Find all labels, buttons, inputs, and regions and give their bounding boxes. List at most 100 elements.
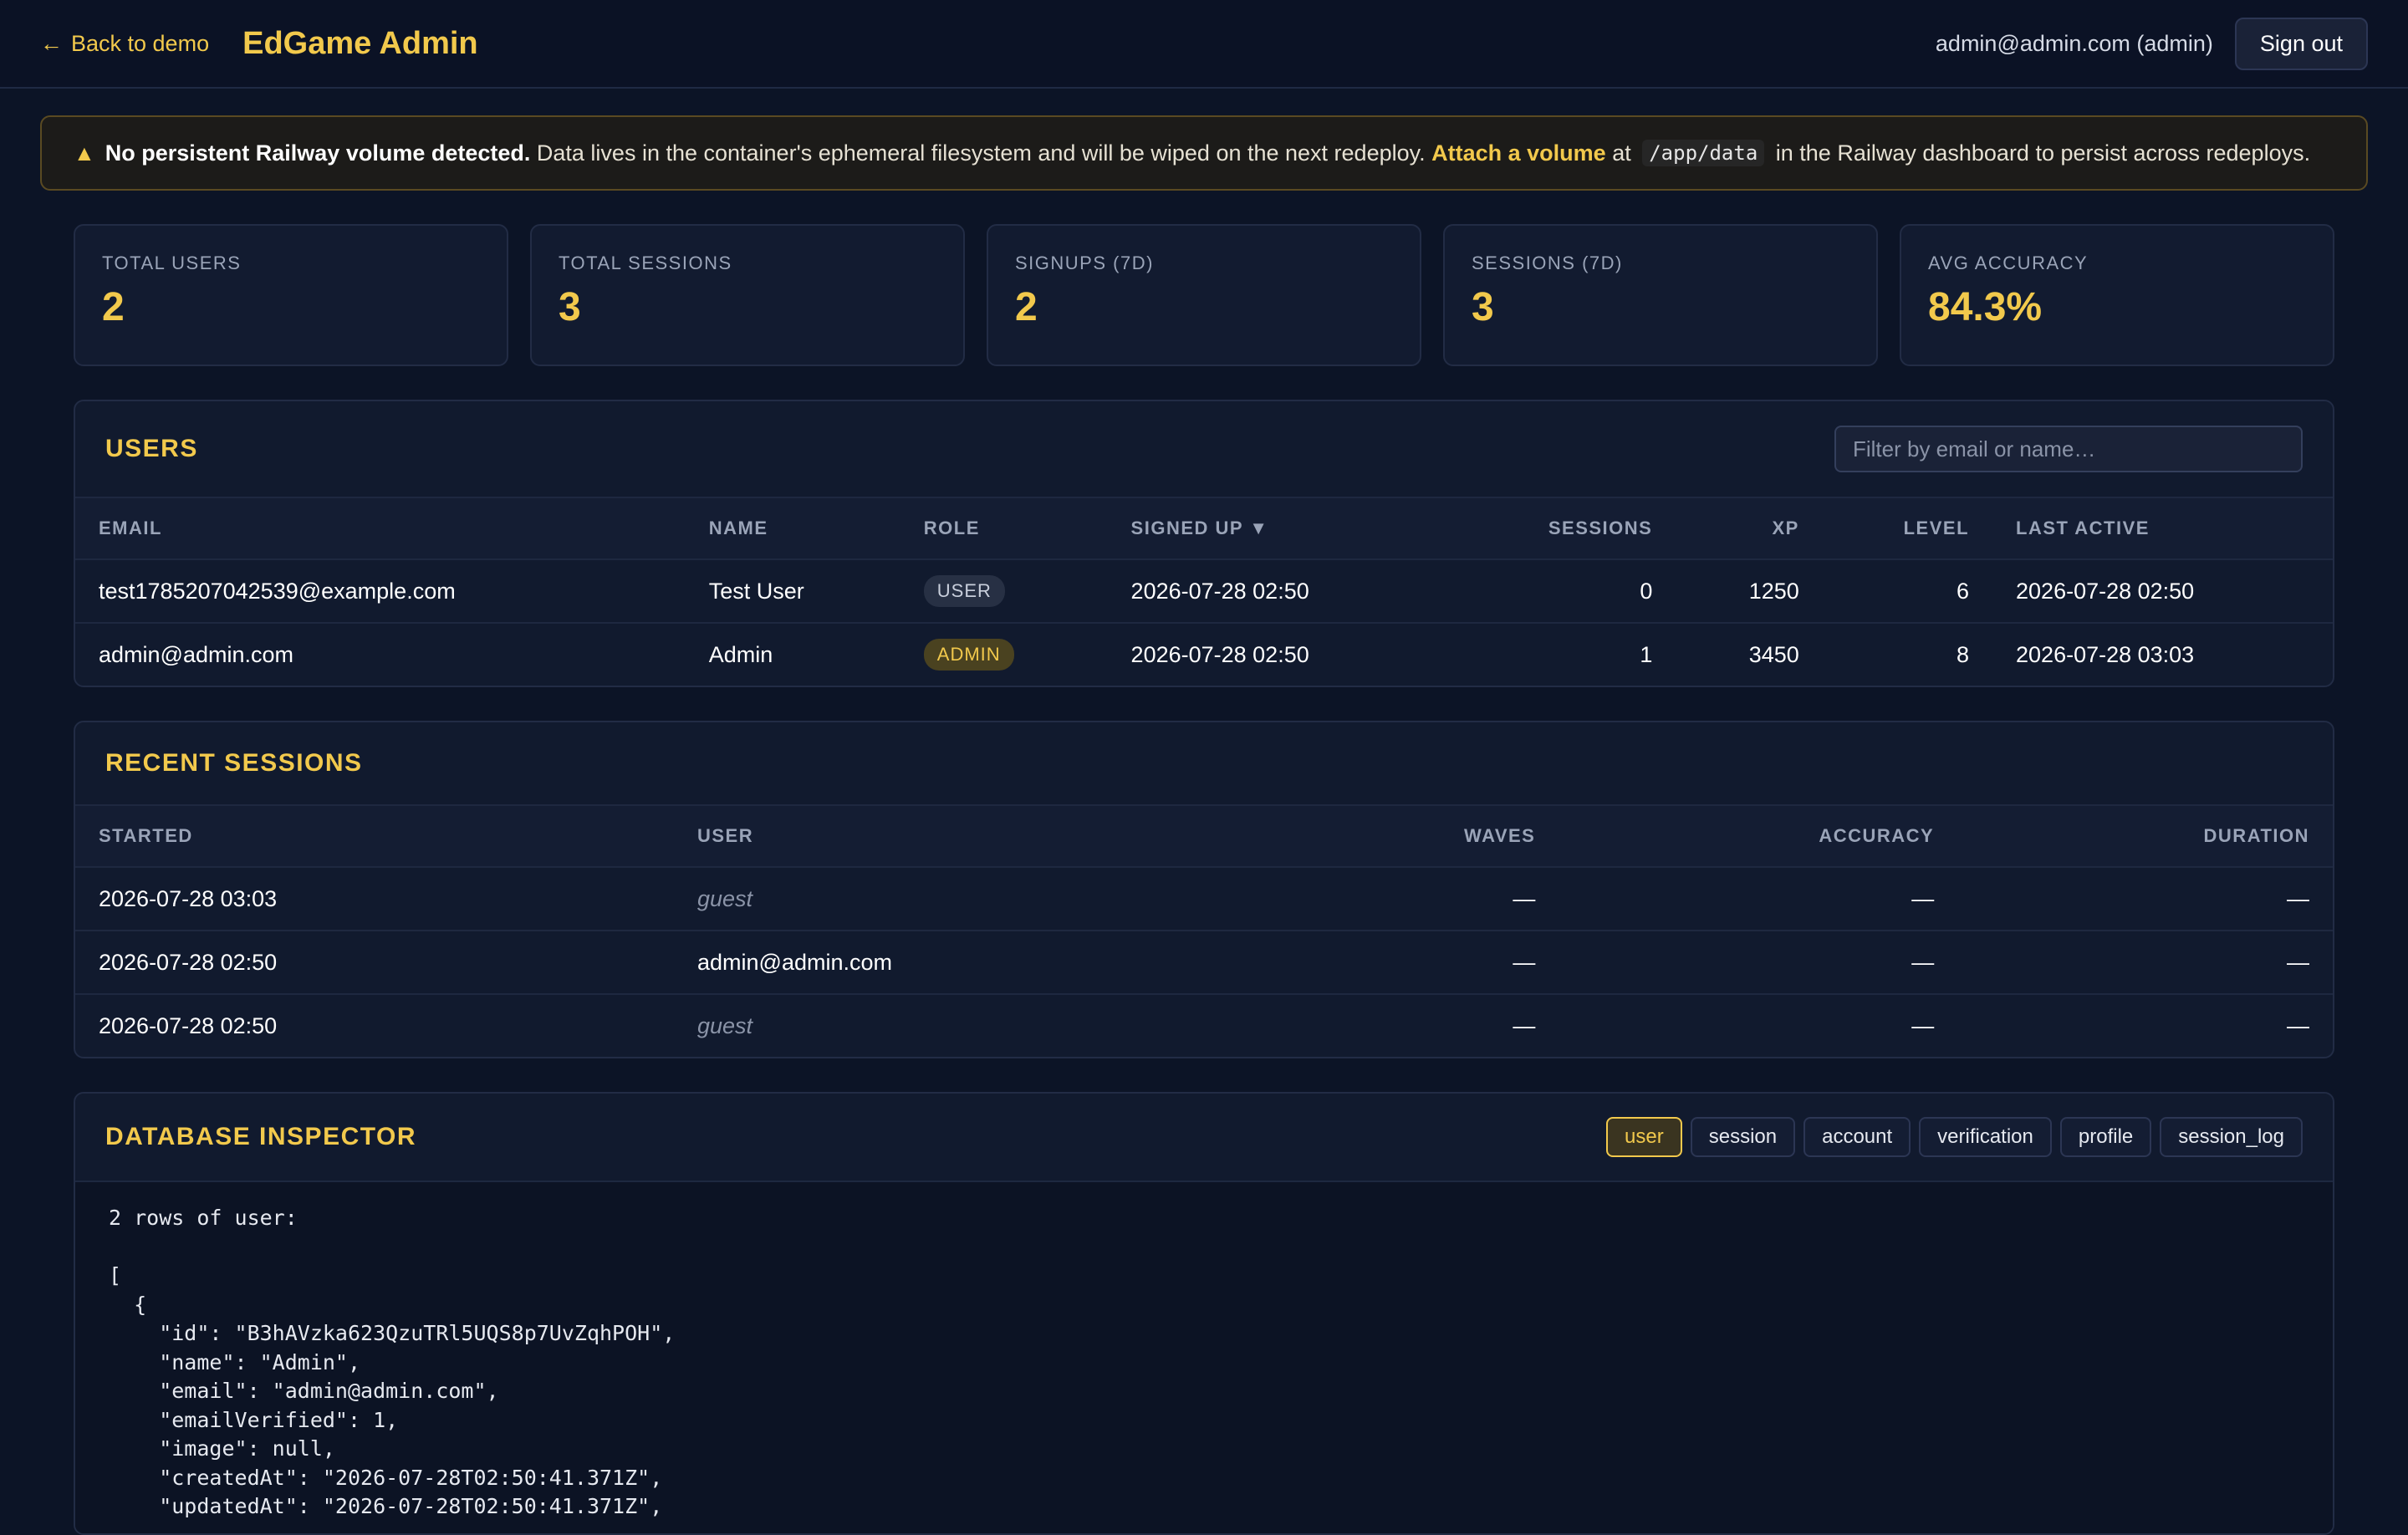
tab-verification[interactable]: verification <box>1919 1117 2052 1157</box>
user-level: 8 <box>1956 641 1970 667</box>
session-user: admin@admin.com <box>674 931 1268 995</box>
inspector-title: DATABASE INSPECTOR <box>105 1123 417 1150</box>
table-row: 2026-07-28 02:50 guest — — — <box>75 994 2333 1057</box>
stat-value: 2 <box>1015 285 1038 329</box>
col-user: USER <box>674 806 1268 868</box>
sessions-panel: RECENT SESSIONS STARTED USER WAVES ACCUR… <box>74 721 2334 1058</box>
stat-value: 84.3% <box>1928 285 2043 329</box>
user-role: ADMIN <box>900 623 1108 686</box>
tab-account[interactable]: account <box>1803 1117 1911 1157</box>
sessions-panel-header: RECENT SESSIONS <box>75 722 2333 806</box>
inspector-output: 2 rows of user: [ { "id": "B3hAVzka623Qz… <box>75 1182 2333 1533</box>
table-row: 2026-07-28 02:50 admin@admin.com — — — <box>75 931 2333 995</box>
user-signed-up: 2026-07-28 02:50 <box>1130 641 1309 667</box>
stat-value: 3 <box>559 285 581 329</box>
current-user-label: admin@admin.com (admin) <box>1935 30 2213 56</box>
stat-card-total-users: TOTAL USERS 2 <box>74 224 508 366</box>
col-duration: DURATION <box>1957 806 2333 868</box>
top-bar-left: ← Back to demo EdGame Admin <box>40 26 478 62</box>
user-filter-input[interactable] <box>1834 426 2303 472</box>
stat-label: TOTAL USERS <box>102 252 242 273</box>
col-level[interactable]: LEVEL <box>1822 498 1993 560</box>
session-user: guest <box>697 1012 753 1038</box>
warning-text-3: in the Railway dashboard to persist acro… <box>1769 140 2311 166</box>
inspector-panel-header: DATABASE INSPECTOR user session account … <box>75 1094 2333 1182</box>
user-last-active: 2026-07-28 02:50 <box>1992 559 2333 624</box>
arrow-left-icon: ← <box>40 30 63 56</box>
user-sessions: 0 <box>1447 559 1676 624</box>
user-email: admin@admin.com <box>99 641 293 667</box>
user-level: 6 <box>1822 559 1993 624</box>
session-user: guest <box>674 867 1268 931</box>
stat-card-sessions-7d: SESSIONS (7D) 3 <box>1443 224 1878 366</box>
sessions-title: RECENT SESSIONS <box>105 749 363 777</box>
stats-row: TOTAL USERS 2 TOTAL SESSIONS 3 SIGNUPS (… <box>74 224 2334 366</box>
back-to-demo-link[interactable]: ← Back to demo <box>40 31 209 57</box>
users-table-header: EMAIL NAME ROLE SIGNED UP ▼ SESSIONS XP … <box>75 498 2333 560</box>
col-role[interactable]: ROLE <box>900 498 1108 560</box>
col-sessions[interactable]: SESSIONS <box>1447 498 1676 560</box>
warning-text-1: Data lives in the container's ephemeral … <box>530 140 1432 166</box>
session-started: 2026-07-28 02:50 <box>75 931 674 995</box>
stat-value: 3 <box>1472 285 1494 329</box>
users-panel-header: USERS <box>75 401 2333 498</box>
col-waves: WAVES <box>1268 806 1559 868</box>
top-bar: ← Back to demo EdGame Admin admin@admin.… <box>0 0 2408 89</box>
session-accuracy: — <box>1911 1012 1935 1038</box>
user-role: USER <box>900 559 1108 624</box>
role-badge: USER <box>923 575 1005 607</box>
session-accuracy: — <box>1559 931 1958 995</box>
warning-title: No persistent Railway volume detected. <box>105 140 531 166</box>
user-email: test1785207042539@example.com <box>75 559 686 624</box>
col-signed-up[interactable]: SIGNED UP ▼ <box>1107 498 1448 560</box>
stat-label: SIGNUPS (7D) <box>1015 252 1154 273</box>
stat-label: SESSIONS (7D) <box>1472 252 1623 273</box>
tab-user[interactable]: user <box>1606 1117 1682 1157</box>
session-waves: — <box>1513 1012 1536 1038</box>
user-xp: 1250 <box>1676 559 1823 624</box>
user-xp: 3450 <box>1748 641 1799 667</box>
attach-volume-link[interactable]: Attach a volume <box>1431 140 1606 166</box>
tab-session-log[interactable]: session_log <box>2160 1117 2303 1157</box>
session-accuracy: — <box>1559 867 1958 931</box>
warning-text-2: at <box>1605 140 1638 166</box>
session-duration: — <box>2287 1012 2309 1038</box>
sign-out-button[interactable]: Sign out <box>2234 17 2368 70</box>
user-signed-up: 2026-07-28 02:50 <box>1107 559 1448 624</box>
tab-profile[interactable]: profile <box>2059 1117 2152 1157</box>
sessions-table: STARTED USER WAVES ACCURACY DURATION 202… <box>75 806 2333 1057</box>
back-link-label: Back to demo <box>71 30 210 56</box>
col-name[interactable]: NAME <box>685 498 900 560</box>
col-last-active[interactable]: LAST ACTIVE <box>1992 498 2333 560</box>
users-table: EMAIL NAME ROLE SIGNED UP ▼ SESSIONS XP … <box>75 498 2333 686</box>
user-last-active: 2026-07-28 03:03 <box>2016 641 2195 667</box>
stat-card-avg-accuracy: AVG ACCURACY 84.3% <box>1900 224 2334 366</box>
app-title: EdGame Admin <box>242 25 478 61</box>
table-row: test1785207042539@example.com Test User … <box>75 559 2333 624</box>
table-row: admin@admin.com Admin ADMIN 2026-07-28 0… <box>75 623 2333 686</box>
session-waves: — <box>1268 931 1559 995</box>
volume-path-code: /app/data <box>1642 140 1765 166</box>
session-duration: — <box>1957 931 2333 995</box>
users-title: USERS <box>105 435 198 462</box>
session-started: 2026-07-28 02:50 <box>99 1012 278 1038</box>
table-tabs: user session account verification profil… <box>1606 1117 2303 1157</box>
database-inspector-panel: DATABASE INSPECTOR user session account … <box>74 1092 2334 1535</box>
top-bar-right: admin@admin.com (admin) Sign out <box>1935 17 2368 70</box>
stat-label: AVG ACCURACY <box>1928 252 2089 273</box>
col-started: STARTED <box>75 806 674 868</box>
warning-icon: ▲ <box>74 140 95 166</box>
col-email[interactable]: EMAIL <box>75 498 686 560</box>
user-name: Admin <box>708 641 773 667</box>
volume-warning-banner: ▲ No persistent Railway volume detected.… <box>40 115 2368 191</box>
users-panel: USERS EMAIL NAME ROLE SIGNED UP ▼ SESSIO… <box>74 400 2334 687</box>
tab-session[interactable]: session <box>1690 1117 1796 1157</box>
stat-card-signups-7d: SIGNUPS (7D) 2 <box>987 224 1421 366</box>
session-started: 2026-07-28 03:03 <box>75 867 674 931</box>
table-row: 2026-07-28 03:03 guest — — — <box>75 867 2333 931</box>
stat-label: TOTAL SESSIONS <box>559 252 732 273</box>
stat-value: 2 <box>102 285 125 329</box>
user-sessions: 1 <box>1640 641 1653 667</box>
col-xp[interactable]: XP <box>1676 498 1823 560</box>
role-badge: ADMIN <box>923 639 1014 671</box>
